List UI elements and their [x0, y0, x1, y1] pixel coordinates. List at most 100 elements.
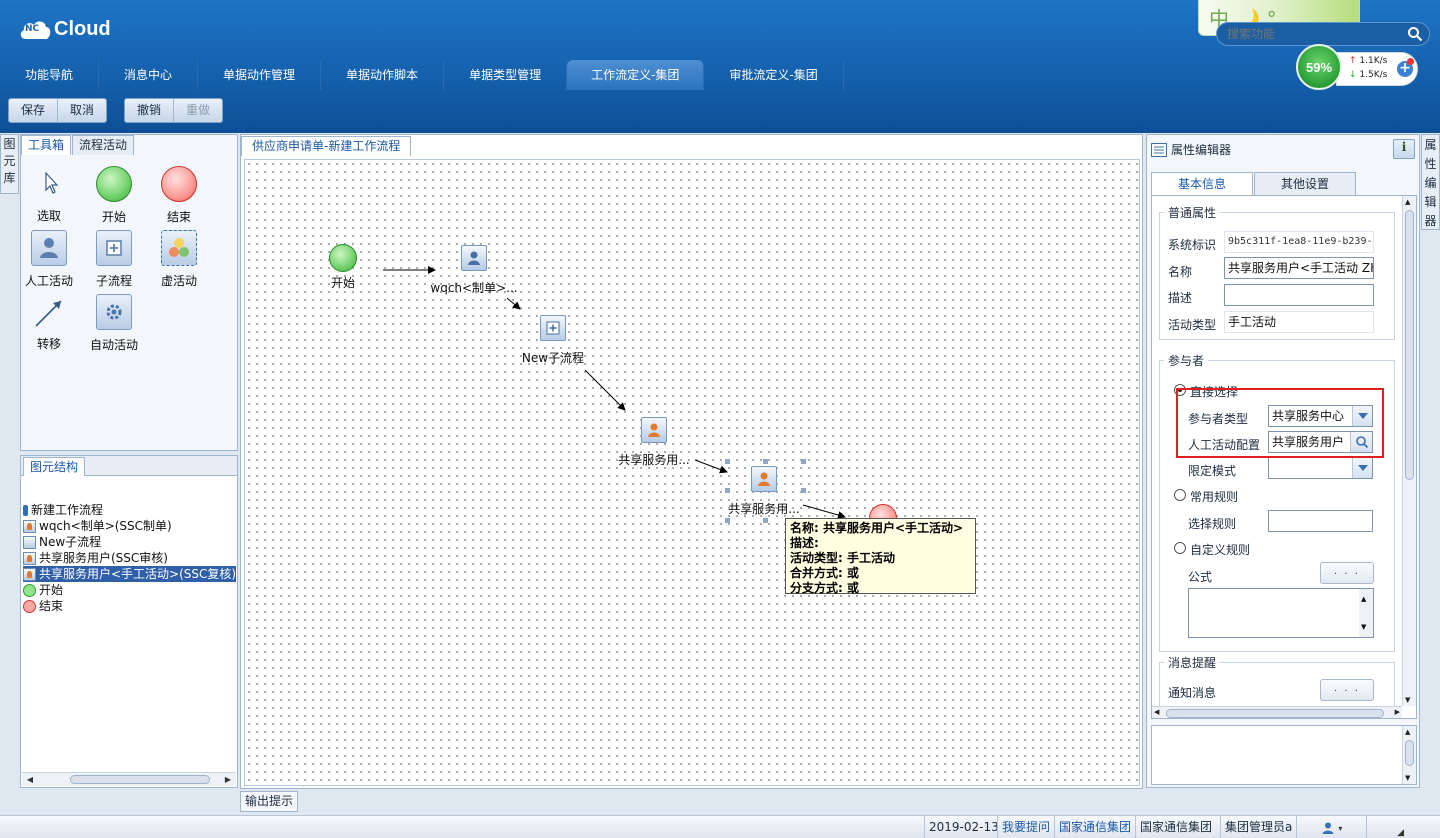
node-subprocess[interactable]: New子流程 [522, 315, 584, 365]
tree-node-wqch[interactable]: wqch<制单>(SSC制单) [23, 518, 172, 534]
formula-edit-button[interactable]: . . . [1320, 562, 1374, 584]
scroll-down-icon[interactable]: ▼ [1405, 696, 1410, 704]
tab-doc-action-mgmt[interactable]: 单据动作管理 [198, 60, 322, 90]
save-cancel-group: 保存 取消 [8, 98, 108, 123]
property-description-area: ▲ ▼ [1151, 725, 1417, 785]
tool-subprocess[interactable]: 子流程 [84, 229, 144, 289]
info-icon[interactable]: i [1393, 139, 1415, 159]
transition-lines [383, 266, 846, 519]
property-vertical-scrollbar[interactable]: ▲ ▼ [1402, 196, 1416, 706]
tree-node-root[interactable]: 新建工作流程 [23, 502, 103, 518]
tab-workflow-def-group[interactable]: 工作流定义-集团 [567, 60, 705, 90]
selection-handle[interactable] [801, 488, 806, 493]
property-editor-strip[interactable]: 属 性 编 辑 器 [1421, 134, 1440, 230]
tool-transition[interactable]: 转移 [19, 293, 79, 352]
selection-handle[interactable] [801, 459, 806, 464]
undo-button[interactable]: 撤销 [125, 99, 175, 122]
description-scrollbar[interactable]: ▲ ▼ [1402, 726, 1416, 784]
user-activity-icon [641, 417, 667, 443]
tree-node-user-review[interactable]: 共享服务用户<手工活动>(SSC复核) [23, 566, 237, 582]
user-activity-icon [23, 519, 36, 533]
tree-node-user-audit[interactable]: 共享服务用户(SSC审核) [23, 550, 168, 566]
node-start[interactable]: 开始 [329, 244, 357, 290]
element-library-strip[interactable]: 图 元 库 [0, 134, 19, 194]
group-link[interactable]: 国家通信集团 [1054, 816, 1135, 838]
scroll-down-icon[interactable]: ▼ [1361, 617, 1366, 637]
scroll-down-icon[interactable]: ▼ [1405, 774, 1410, 782]
scroll-right-icon[interactable]: ▶ [1395, 708, 1400, 716]
tab-flow-activity[interactable]: 流程活动 [72, 135, 135, 155]
formula-textarea[interactable]: ▲ ▼ [1188, 588, 1374, 638]
top-search-box[interactable] [1216, 22, 1430, 46]
scroll-right-icon[interactable]: ▶ [222, 774, 234, 786]
user-activity-icon [461, 245, 487, 271]
tab-toolbox[interactable]: 工具箱 [21, 135, 72, 155]
selection-handle[interactable] [763, 518, 768, 523]
tool-select[interactable]: 选取 [19, 165, 79, 224]
tree-node-subprocess[interactable]: New子流程 [23, 534, 101, 550]
selection-handle[interactable] [763, 459, 768, 464]
main-toolbar: 保存 取消 撤销 重做 [0, 96, 1440, 126]
tool-start[interactable]: 开始 [84, 165, 144, 225]
ask-question-link[interactable]: 我要提问 [997, 816, 1054, 838]
scroll-left-icon[interactable]: ◀ [1154, 708, 1159, 716]
tree-node-start[interactable]: 开始 [23, 582, 63, 598]
chevron-down-icon[interactable] [1352, 458, 1372, 478]
cancel-button[interactable]: 取消 [58, 99, 106, 122]
user-activity-icon [751, 466, 777, 492]
network-monitor-widget[interactable]: ↑ 1.1K/s ↓ 1.5K/s + 59% [1296, 44, 1420, 90]
tool-end[interactable]: 结束 [149, 165, 209, 225]
description-field[interactable] [1224, 284, 1374, 306]
node-user-audit[interactable]: 共享服务用... [618, 417, 690, 467]
tab-doc-action-script[interactable]: 单据动作脚本 [321, 60, 445, 90]
tab-workflow-canvas[interactable]: 供应商申请单-新建工作流程 [241, 136, 412, 156]
search-input[interactable] [1227, 26, 1397, 42]
user-menu[interactable]: ▾ [1296, 816, 1366, 838]
horizontal-scrollbar[interactable]: ◀ ▶ [22, 772, 236, 786]
workflow-canvas-panel: 供应商申请单-新建工作流程 开始 wqch<制单>... New子流程 共享服务… [240, 134, 1143, 789]
tool-virtual-activity[interactable]: 虚活动 [149, 229, 209, 289]
formula-scrollbar[interactable]: ▲ ▼ [1359, 589, 1373, 637]
resize-grip-icon: ◢ [1397, 828, 1404, 838]
node-user-review[interactable]: 共享服务用... [728, 466, 800, 516]
limit-mode-select[interactable] [1268, 457, 1373, 479]
tool-user-activity[interactable]: 人工活动 [19, 229, 79, 289]
property-form: 普通属性 系统标识 9b5c311f-1ea8-11e9-b239-5 名称 共… [1151, 195, 1417, 719]
select-rule-field[interactable] [1268, 510, 1373, 532]
selection-handle[interactable] [725, 488, 730, 493]
name-field[interactable]: 共享服务用户<手工活动 ZH [1224, 257, 1374, 279]
selection-handle[interactable] [725, 518, 730, 523]
transition-arrow[interactable] [802, 504, 846, 519]
transition-arrow[interactable] [584, 369, 626, 411]
tab-approval-flow-def-group[interactable]: 审批流定义-集团 [704, 60, 844, 90]
search-icon[interactable] [1407, 26, 1423, 45]
tree-node-end[interactable]: 结束 [23, 598, 63, 614]
tool-auto-activity[interactable]: 自动活动 [84, 293, 144, 353]
property-horizontal-scrollbar[interactable]: ◀ ▶ [1152, 706, 1402, 718]
tab-function-nav[interactable]: 功能导航 [0, 60, 100, 90]
selection-handle[interactable] [725, 459, 730, 464]
scroll-up-icon[interactable]: ▲ [1361, 589, 1366, 609]
subprocess-icon [23, 535, 36, 549]
scroll-up-icon[interactable]: ▲ [1405, 198, 1410, 206]
tab-doc-type-mgmt[interactable]: 单据类型管理 [444, 60, 568, 90]
notify-message-button[interactable]: . . . [1320, 679, 1374, 701]
transition-arrow[interactable] [694, 459, 728, 474]
workflow-canvas[interactable]: 开始 wqch<制单>... New子流程 共享服务用... 共享服务用... [244, 159, 1140, 786]
workflow-icon [23, 504, 28, 516]
cloud-logo-icon: NC [18, 18, 52, 40]
node-wqch[interactable]: wqch<制单>... [430, 245, 518, 295]
radio-custom-rule[interactable] [1174, 542, 1186, 554]
transition-arrow[interactable] [506, 297, 521, 310]
tab-element-structure[interactable]: 图元结构 [23, 457, 86, 476]
tab-message-center[interactable]: 消息中心 [99, 60, 199, 90]
status-group: 国家通信集团 [1135, 816, 1216, 838]
redo-button[interactable]: 重做 [174, 99, 222, 122]
radio-common-rule[interactable] [1174, 489, 1186, 501]
output-hint-tab[interactable]: 输出提示 [240, 791, 299, 812]
scroll-left-icon[interactable]: ◀ [24, 774, 36, 786]
scroll-up-icon[interactable]: ▲ [1405, 728, 1410, 736]
tab-other-settings[interactable]: 其他设置 [1254, 172, 1357, 196]
tab-basic-info[interactable]: 基本信息 [1151, 172, 1254, 196]
save-button[interactable]: 保存 [9, 99, 59, 122]
